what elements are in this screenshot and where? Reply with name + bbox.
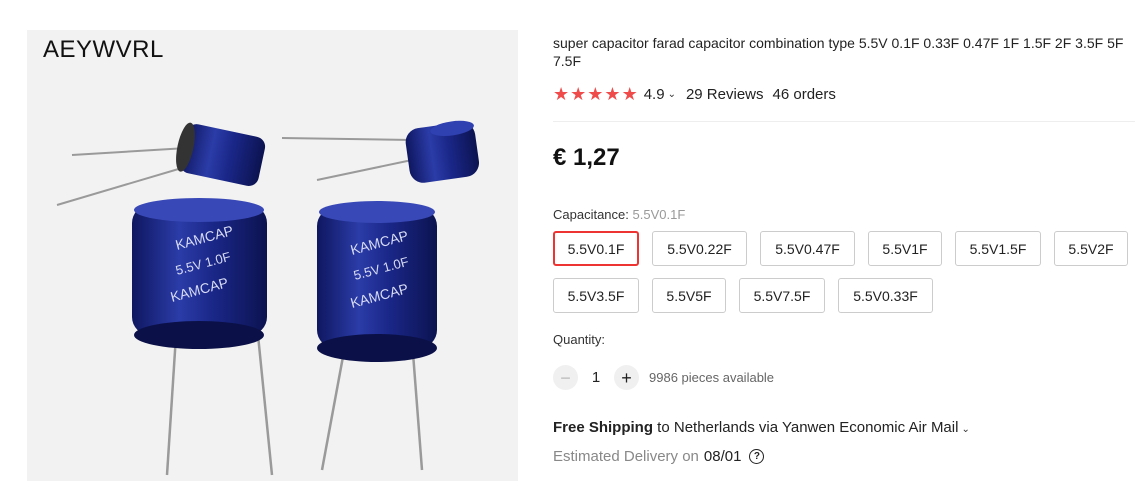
- capacitance-label: Capacitance: 5.5V0.1F: [553, 207, 685, 222]
- capacitance-option-label: 5.5V0.22F: [667, 240, 732, 257]
- chevron-down-icon[interactable]: ⌄: [961, 424, 969, 435]
- capacitance-option[interactable]: 5.5V1.5F: [955, 231, 1041, 266]
- divider: [553, 121, 1135, 122]
- reviews-link[interactable]: 29 Reviews: [686, 86, 764, 103]
- pieces-available: 9986 pieces available: [649, 370, 775, 385]
- free-shipping-label: Free Shipping: [553, 419, 654, 436]
- product-price: € 1,27: [553, 144, 620, 171]
- delivery-date: 08/01: [703, 448, 742, 465]
- decrease-quantity-button[interactable]: −: [553, 365, 578, 390]
- capacitance-option[interactable]: 5.5V1F: [868, 231, 942, 266]
- capacitance-option-label: 5.5V2F: [1068, 240, 1114, 257]
- shipping-destination[interactable]: to Netherlands via Yanwen Economic Air M…: [653, 419, 958, 436]
- capacitance-option[interactable]: 5.5V2F: [1054, 231, 1128, 266]
- product-title: super capacitor farad capacitor combinat…: [553, 35, 1124, 69]
- capacitance-option-label: 5.5V5F: [666, 287, 712, 304]
- capacitor-photo: KAMCAP 5.5V 1.0F KAMCAP KAMCAP 5.5V 1.0F…: [27, 30, 518, 481]
- capacitance-option[interactable]: 5.5V5F: [652, 278, 726, 313]
- capacitance-option-label: 5.5V0.1F: [567, 240, 625, 257]
- capacitance-option-label: 5.5V0.47F: [775, 240, 840, 257]
- star-icon: ★: [621, 84, 638, 104]
- quantity-stepper: − 1 + 9986 pieces available: [553, 365, 774, 390]
- capacitance-option[interactable]: 5.5V0.47F: [760, 231, 855, 266]
- orders-count: 46 orders: [772, 85, 836, 103]
- capacitance-option[interactable]: 5.5V7.5F: [739, 278, 825, 313]
- rating-row: ★ ★ ★ ★ ★ 4.9 ⌄ 29 Reviews 46 orders: [553, 85, 836, 103]
- quantity-label: Quantity:: [553, 332, 606, 347]
- capacitance-option-label: 5.5V0.33F: [853, 287, 918, 304]
- capacitance-selected-value: 5.5V0.1F: [632, 207, 686, 222]
- quantity-input[interactable]: 1: [578, 369, 614, 386]
- capacitance-option[interactable]: 5.5V0.33F: [838, 278, 933, 313]
- product-image[interactable]: KAMCAP 5.5V 1.0F KAMCAP KAMCAP 5.5V 1.0F…: [27, 30, 518, 481]
- rating-score[interactable]: 4.9: [644, 86, 665, 103]
- capacitance-option[interactable]: 5.5V0.22F: [652, 231, 747, 266]
- help-icon[interactable]: ?: [749, 449, 765, 464]
- shipping-info: Free Shipping to Netherlands via Yanwen …: [553, 419, 980, 436]
- rating-stars: ★ ★ ★ ★ ★: [553, 85, 638, 103]
- delivery-label: Estimated Delivery on: [553, 448, 699, 465]
- estimated-delivery: Estimated Delivery on 08/01 ?: [553, 448, 765, 465]
- capacitance-option-label: 5.5V7.5F: [753, 287, 811, 304]
- capacitance-option-label: 5.5V3.5F: [567, 287, 625, 304]
- brand-watermark: AEYWVRL: [43, 36, 164, 63]
- capacitance-options: 5.5V0.1F 5.5V0.22F 5.5V0.47F 5.5V1F 5.5V…: [553, 231, 1135, 313]
- capacitance-option[interactable]: 5.5V0.1F: [553, 231, 639, 266]
- star-icon: ★: [604, 84, 621, 104]
- capacitance-option-label: 5.5V1F: [882, 240, 928, 257]
- capacitance-option[interactable]: 5.5V3.5F: [553, 278, 639, 313]
- capacitance-label-text: Capacitance:: [553, 207, 629, 222]
- star-icon: ★: [553, 84, 570, 104]
- capacitance-option-label: 5.5V1.5F: [969, 240, 1027, 257]
- chevron-down-icon[interactable]: ⌄: [668, 89, 676, 100]
- star-icon: ★: [570, 84, 587, 104]
- star-icon: ★: [587, 84, 604, 104]
- increase-quantity-button[interactable]: +: [614, 365, 639, 390]
